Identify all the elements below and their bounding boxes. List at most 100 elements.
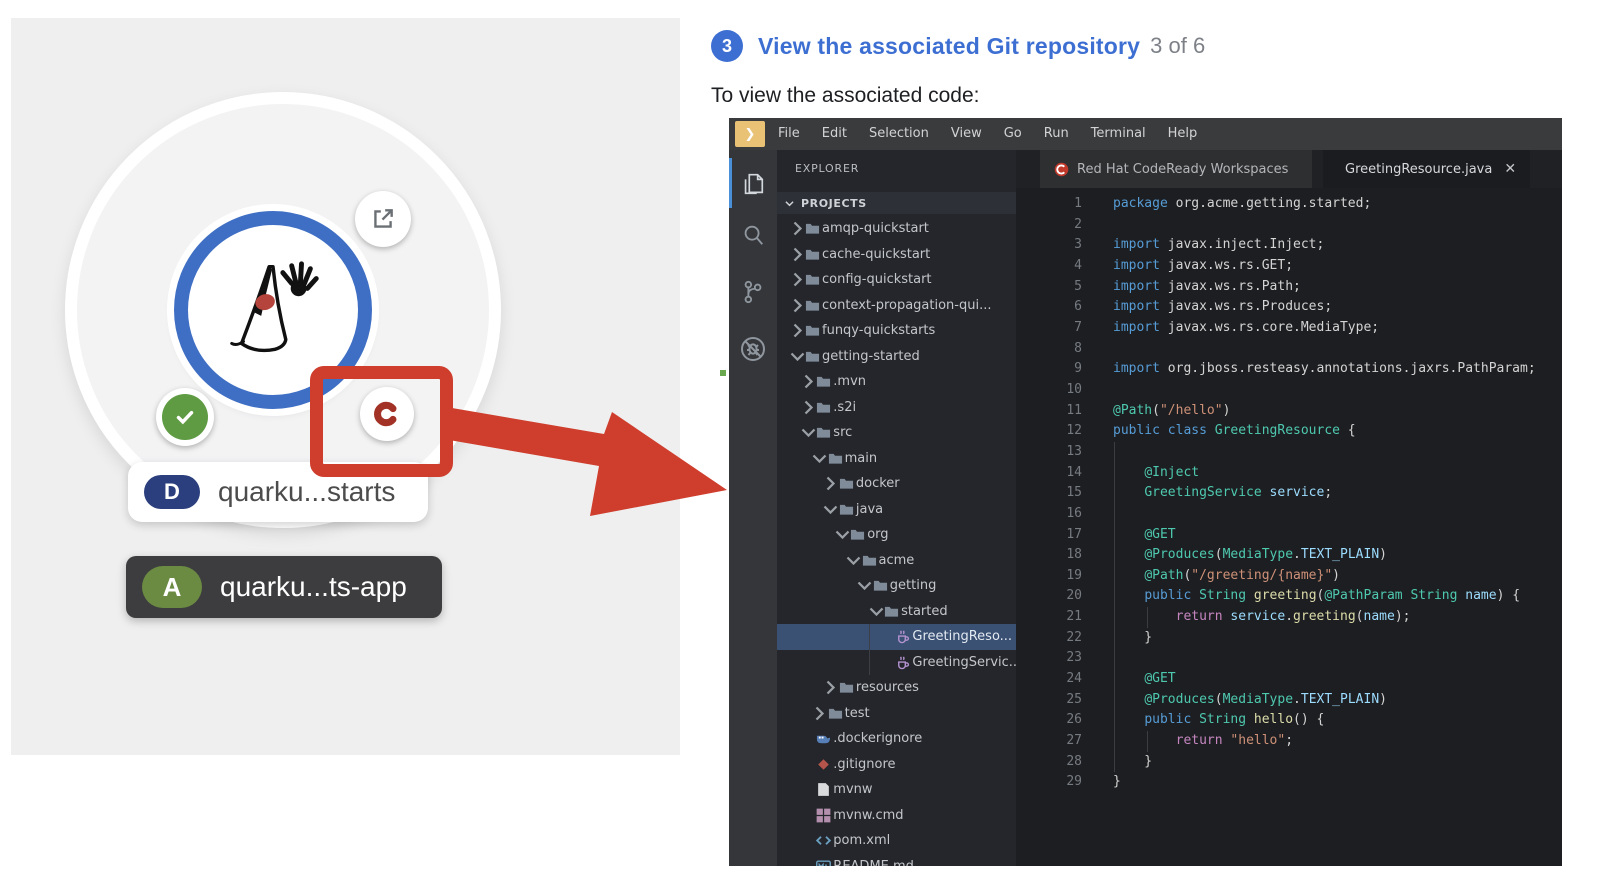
tree-item-getting[interactable]: getting [777,573,1016,599]
line-number: 21 [1016,607,1082,628]
line-number: 14 [1016,463,1082,484]
close-icon[interactable]: ✕ [1504,161,1516,177]
open-url-decorator[interactable] [355,191,411,247]
tree-item-getting-started[interactable]: getting-started [777,344,1016,370]
tree-item-resources[interactable]: resources [777,675,1016,701]
chevron-down-icon [801,425,816,440]
md-icon-wrap [816,859,833,866]
menu-item-go[interactable]: Go [993,118,1033,150]
tree-item-dockerignore[interactable]: .dockerignore [777,726,1016,752]
tree-item-mvn[interactable]: .mvn [777,369,1016,395]
chevron-down-icon [789,349,805,364]
tree-item-label: GreetingReso... [912,629,1012,644]
line-number: 26 [1016,710,1082,731]
menu-bar: FileEditSelectionViewGoRunTerminalHelp [767,118,1208,150]
tree-item-label: funqy-quickstarts [822,323,935,338]
chevron-down-icon [846,553,861,568]
debug-icon[interactable] [729,327,777,371]
application-label[interactable]: A quarku...ts-app [126,556,442,618]
folder-icon [805,247,820,262]
menu-item-selection[interactable]: Selection [858,118,940,150]
menu-item-view[interactable]: View [940,118,993,150]
tree-item-test[interactable]: test [777,701,1016,727]
code-line-10: 10 [1016,380,1562,401]
code-line-26: 26 public String hello() { [1016,710,1562,731]
folder-icon [816,374,831,389]
tree-item-label: docker [856,476,900,491]
tree-item-cache-quickstart[interactable]: cache-quickstart [777,242,1016,268]
tab-red-hat-codeready-workspaces[interactable]: Red Hat CodeReady Workspaces [1040,150,1312,188]
tree-item-label: README.md [833,859,914,866]
gitignore-file-icon [816,757,831,772]
tree-item-greetingservic[interactable]: GreetingServic... [777,650,1016,676]
menu-item-run[interactable]: Run [1033,118,1080,150]
menu-item-file[interactable]: File [767,118,811,150]
source-control-icon[interactable] [729,270,777,314]
chevron-right-icon [790,247,805,262]
code-line-28: 28 } [1016,752,1562,773]
code-line-1: 1package org.acme.getting.started; [1016,194,1562,215]
code-line-21: 21 return service.greeting(name); [1016,607,1562,628]
image-selection-handle[interactable] [719,369,727,377]
menu-item-help[interactable]: Help [1157,118,1209,150]
tree-item-label: mvnw.cmd [833,808,903,823]
folder-icon [850,527,865,542]
chevron-right-icon [823,476,838,491]
tree-item-main[interactable]: main [777,446,1016,472]
tree-item-org[interactable]: org [777,522,1016,548]
tree-item-label: .gitignore [833,757,895,772]
page: 3 View the associated Git repository 3 o… [0,0,1600,892]
tree-item-greetingreso[interactable]: GreetingReso... [777,624,1016,650]
code-line-19: 19 @Path("/greeting/{name}") [1016,566,1562,587]
tree-item-docker[interactable]: docker [777,471,1016,497]
menu-item-edit[interactable]: Edit [811,118,858,150]
tree-item-mvnw-cmd[interactable]: mvnw.cmd [777,803,1016,829]
tree-item-config-quickstart[interactable]: config-quickstart [777,267,1016,293]
chevron-right-icon [823,476,839,491]
menu-item-terminal[interactable]: Terminal [1080,118,1157,150]
file-icon [816,782,831,797]
tree-item-readme-md[interactable]: README.md [777,854,1016,867]
chevron-down-icon [781,199,797,208]
folder-icon-wrap [805,323,822,338]
tree-item-label: main [845,451,877,466]
java-file-icon [895,655,910,670]
build-success-decorator[interactable] [156,388,214,446]
explorer-icon[interactable] [729,162,777,206]
tab-greetingresource-java[interactable]: GreetingResource.java ✕ [1323,150,1530,188]
code-editor[interactable]: 1package org.acme.getting.started;23impo… [1016,188,1562,866]
tree-item-label: java [856,502,883,517]
indent-guide [1147,607,1148,628]
tree-item-mvnw[interactable]: mvnw [777,777,1016,803]
tree-item-acme[interactable]: acme [777,548,1016,574]
chevron-down-icon [857,578,873,593]
tree-item-pom-xml[interactable]: pom.xml [777,828,1016,854]
code-line-17: 17 @GET [1016,525,1562,546]
tree-item-s2i[interactable]: .s2i [777,395,1016,421]
tree-item-gitignore[interactable]: .gitignore [777,752,1016,778]
chevron-right-icon [790,323,805,338]
tree-item-java[interactable]: java [777,497,1016,523]
magnifier-icon [740,222,766,248]
folder-icon [839,502,854,517]
tree-item-amqp-quickstart[interactable]: amqp-quickstart [777,216,1016,242]
folder-icon-wrap [839,502,856,517]
tree-item-label: test [845,706,870,721]
git-icon-wrap [816,757,833,772]
code-line-13: 13 [1016,442,1562,463]
tab-label: GreetingResource.java [1345,162,1492,177]
search-icon[interactable] [729,213,777,257]
tree-item-started[interactable]: started [777,599,1016,625]
projects-section-header[interactable]: PROJECTS [777,192,1016,214]
tree-item-context-propagation-qui[interactable]: context-propagation-qui... [777,293,1016,319]
tree-item-label: mvnw [833,782,872,797]
tree-item-funqy-quickstarts[interactable]: funqy-quickstarts [777,318,1016,344]
che-logo-icon[interactable]: ❯ [735,121,765,147]
folder-icon [805,298,820,313]
line-number: 6 [1016,297,1082,318]
folder-icon [828,451,843,466]
chevron-right-icon [789,298,805,313]
tree-item-src[interactable]: src [777,420,1016,446]
docker-file-icon [816,731,831,746]
activity-bar [729,150,777,866]
